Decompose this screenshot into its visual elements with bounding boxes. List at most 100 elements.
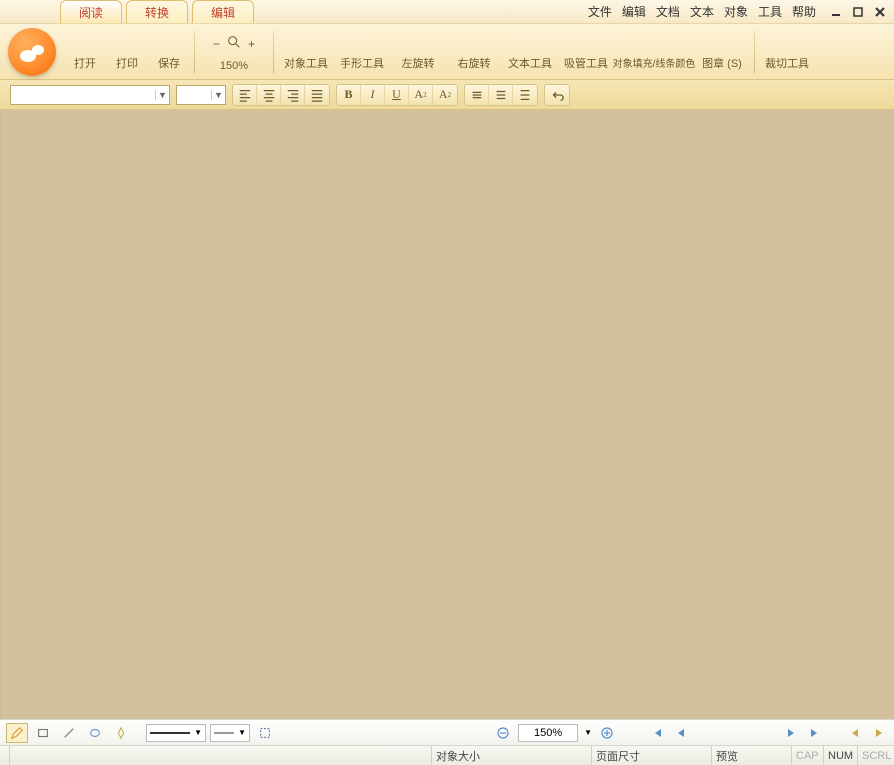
history-back-button[interactable] xyxy=(846,724,864,742)
line-style-combo[interactable]: ▼ xyxy=(146,724,206,742)
status-message xyxy=(10,746,432,765)
close-button[interactable] xyxy=(870,4,890,20)
stamp-label: 图章 (S) xyxy=(702,58,742,70)
status-scrl: SCRL xyxy=(858,746,894,765)
pen-tool-button[interactable] xyxy=(110,723,132,743)
line-weight-combo[interactable]: ▼ xyxy=(210,724,250,742)
solid-line-icon xyxy=(150,729,190,737)
zoom-out-nav-button[interactable] xyxy=(494,724,512,742)
italic-button[interactable]: I xyxy=(361,85,385,105)
superscript-button[interactable]: A2 xyxy=(409,85,433,105)
status-num: NUM xyxy=(824,746,858,765)
align-center-button[interactable] xyxy=(257,85,281,105)
chevron-down-icon: ▼ xyxy=(211,90,225,100)
ribbon-separator xyxy=(273,31,274,73)
undo-group xyxy=(544,84,570,106)
bottom-zoom-value[interactable]: 150% xyxy=(518,724,578,742)
underline-button[interactable]: U xyxy=(385,85,409,105)
zoom-dropdown-button[interactable]: ▼ xyxy=(584,728,592,737)
crop-tool-label: 裁切工具 xyxy=(765,58,809,70)
zoom-in-button[interactable]: + xyxy=(248,37,255,51)
menu-doc[interactable]: 文档 xyxy=(656,3,680,20)
chevron-down-icon: ▼ xyxy=(238,728,246,737)
app-logo[interactable] xyxy=(8,28,56,76)
zoom-in-nav-button[interactable] xyxy=(598,724,616,742)
rotate-right-label: 右旋转 xyxy=(458,58,491,70)
maximize-button[interactable] xyxy=(848,4,868,20)
menu-text[interactable]: 文本 xyxy=(690,3,714,20)
rectangle-tool-button[interactable] xyxy=(32,723,54,743)
bold-button[interactable]: B xyxy=(337,85,361,105)
save-button[interactable]: 保存 xyxy=(148,24,190,79)
mode-tabs: 阅读 转换 编辑 xyxy=(60,0,254,23)
rotate-left-button[interactable]: 左旋转 xyxy=(390,24,446,79)
zoom-value-label[interactable]: 150% xyxy=(220,60,248,72)
save-label: 保存 xyxy=(158,58,180,70)
object-tool-button[interactable]: 对象工具 xyxy=(278,24,334,79)
line-tool-button[interactable] xyxy=(58,723,80,743)
open-button[interactable]: 打开 xyxy=(64,24,106,79)
eyedropper-button[interactable]: 吸管工具 xyxy=(558,24,614,79)
rotate-left-label: 左旋转 xyxy=(402,58,435,70)
minimize-button[interactable] xyxy=(826,4,846,20)
line-spacing-2-button[interactable] xyxy=(489,85,513,105)
pencil-tool-button[interactable] xyxy=(6,723,28,743)
subscript-button[interactable]: A2 xyxy=(433,85,457,105)
align-right-button[interactable] xyxy=(281,85,305,105)
status-object-size: 对象大小 xyxy=(432,746,592,765)
tab-read-label: 阅读 xyxy=(79,6,103,20)
status-bar: 对象大小 页面尺寸 预览 CAP NUM SCRL xyxy=(0,745,894,765)
align-justify-button[interactable] xyxy=(305,85,329,105)
ribbon-toolbar: 打开 打印 保存 − + 150% 对象工具 手形工具 左旋转 xyxy=(0,24,894,80)
text-tool-label: 文本工具 xyxy=(508,58,552,70)
font-style-group: B I U A2 A2 xyxy=(336,84,458,106)
window-controls xyxy=(822,4,894,20)
line-spacing-1-button[interactable] xyxy=(465,85,489,105)
tab-read[interactable]: 阅读 xyxy=(60,0,122,23)
ribbon-zoom-group: − + 150% xyxy=(199,24,269,79)
font-size-combo[interactable]: ▼ xyxy=(176,85,226,105)
menu-bar: 文件 编辑 文档 文本 对象 工具 帮助 xyxy=(588,3,822,20)
line-weight-icon xyxy=(214,729,234,737)
tab-convert-label: 转换 xyxy=(145,6,169,20)
ribbon-file-group: 打开 打印 保存 xyxy=(64,24,190,79)
history-forward-button[interactable] xyxy=(870,724,888,742)
object-tool-label: 对象工具 xyxy=(284,58,328,70)
tab-convert[interactable]: 转换 xyxy=(126,0,188,23)
ellipse-tool-button[interactable] xyxy=(84,723,106,743)
zoom-out-button[interactable]: − xyxy=(213,37,220,51)
menu-object[interactable]: 对象 xyxy=(724,3,748,20)
fill-stroke-button[interactable]: 对象填充/线条颜色 xyxy=(614,24,694,79)
magnifier-icon xyxy=(226,34,242,53)
last-page-button[interactable] xyxy=(806,724,824,742)
stamp-button[interactable]: 图章 (S) xyxy=(694,24,750,79)
menu-edit[interactable]: 编辑 xyxy=(622,3,646,20)
next-page-button[interactable] xyxy=(782,724,800,742)
chevron-down-icon: ▼ xyxy=(194,728,202,737)
hand-tool-label: 手形工具 xyxy=(340,58,384,70)
prev-page-button[interactable] xyxy=(672,724,690,742)
menu-help[interactable]: 帮助 xyxy=(792,3,816,20)
first-page-button[interactable] xyxy=(648,724,666,742)
title-bar: 阅读 转换 编辑 文件 编辑 文档 文本 对象 工具 帮助 xyxy=(0,0,894,24)
marquee-tool-button[interactable] xyxy=(254,723,276,743)
menu-tool[interactable]: 工具 xyxy=(758,3,782,20)
crop-tool-button[interactable]: 裁切工具 xyxy=(759,24,815,79)
rotate-right-button[interactable]: 右旋转 xyxy=(446,24,502,79)
text-tool-button[interactable]: 文本工具 xyxy=(502,24,558,79)
print-button[interactable]: 打印 xyxy=(106,24,148,79)
undo-button[interactable] xyxy=(545,85,569,105)
document-canvas[interactable] xyxy=(0,110,894,719)
font-family-combo[interactable]: ▼ xyxy=(10,85,170,105)
line-spacing-group xyxy=(464,84,538,106)
hand-tool-button[interactable]: 手形工具 xyxy=(334,24,390,79)
line-spacing-3-button[interactable] xyxy=(513,85,537,105)
open-label: 打开 xyxy=(74,58,96,70)
tab-edit[interactable]: 编辑 xyxy=(192,0,254,23)
menu-file[interactable]: 文件 xyxy=(588,3,612,20)
status-cap: CAP xyxy=(792,746,824,765)
align-left-button[interactable] xyxy=(233,85,257,105)
ribbon-separator xyxy=(194,31,195,73)
fill-stroke-label: 对象填充/线条颜色 xyxy=(613,59,696,70)
print-label: 打印 xyxy=(116,58,138,70)
